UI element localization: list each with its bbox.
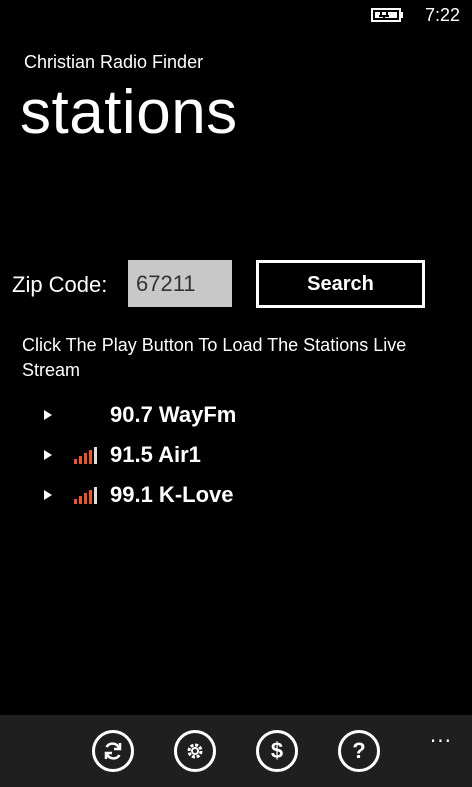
station-item[interactable]: 91.5 Air1 — [40, 435, 472, 475]
refresh-icon — [104, 742, 122, 760]
svg-text:$: $ — [271, 739, 283, 763]
play-icon[interactable] — [40, 407, 56, 423]
signal-placeholder — [73, 405, 103, 425]
settings-icon — [187, 743, 203, 759]
station-item[interactable]: 90.7 WayFm — [40, 395, 472, 435]
svg-text:?: ? — [352, 739, 365, 763]
station-name: 99.1 K-Love — [110, 482, 234, 507]
play-icon[interactable] — [40, 487, 56, 503]
station-item[interactable]: 99.1 K-Love — [40, 475, 472, 515]
status-time: 7:22 — [424, 5, 460, 25]
station-name: 91.5 Air1 — [110, 442, 201, 467]
zip-code-label: Zip Code: — [12, 272, 108, 297]
battery-charging-icon — [371, 8, 403, 22]
help-icon: ? — [352, 739, 365, 763]
help-button[interactable]: ? — [338, 730, 380, 772]
dollar-icon: $ — [271, 739, 283, 763]
app-title: Christian Radio Finder — [24, 52, 204, 72]
app-bar: $ ? ... — [0, 715, 472, 787]
play-icon[interactable] — [40, 447, 56, 463]
settings-button[interactable] — [174, 730, 216, 772]
more-options-button[interactable]: ... — [430, 723, 452, 747]
page-title: stations — [20, 78, 238, 147]
station-list: 90.7 WayFm 91.5 Air1 99.1 K-Love — [40, 395, 472, 515]
donate-button[interactable]: $ — [256, 730, 298, 772]
refresh-button[interactable] — [92, 730, 134, 772]
instructions-text: Click The Play Button To Load The Statio… — [22, 335, 407, 380]
station-name: 90.7 WayFm — [110, 402, 237, 427]
search-button[interactable]: Search — [256, 260, 425, 308]
signal-strength-icon — [74, 487, 97, 504]
zip-code-input[interactable] — [128, 260, 232, 307]
status-bar: 7:22 — [0, 0, 472, 32]
signal-strength-icon — [74, 447, 97, 464]
